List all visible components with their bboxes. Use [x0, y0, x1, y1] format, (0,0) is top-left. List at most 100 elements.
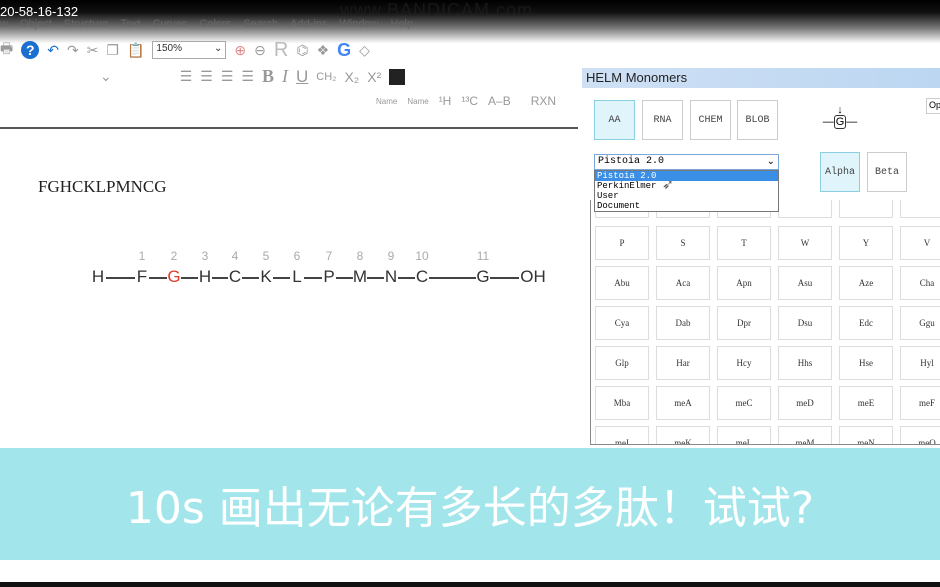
justify-icon[interactable]: ☰: [241, 68, 254, 85]
r-icon[interactable]: R: [274, 39, 288, 62]
monomer-cell[interactable]: Y: [839, 226, 893, 260]
monomer-cell[interactable]: Edc: [839, 306, 893, 340]
residue[interactable]: OH: [520, 267, 546, 287]
menu-item[interactable]: Help: [391, 18, 414, 30]
monomer-cell[interactable]: Abu: [595, 266, 649, 300]
monomer-cell[interactable]: meM: [778, 426, 832, 444]
color-swatch[interactable]: [389, 68, 406, 85]
name-structure-icon[interactable]: Name: [376, 97, 397, 106]
italic-button[interactable]: I: [282, 66, 288, 87]
library-select[interactable]: Pistoia 2.0 ⌄: [594, 154, 779, 170]
residue[interactable]: C: [229, 267, 241, 287]
monomer-cell[interactable]: Dab: [656, 306, 710, 340]
undo-icon[interactable]: ↶: [47, 42, 59, 59]
menu-item[interactable]: Window: [339, 18, 378, 30]
chevron-down-icon[interactable]: ⌄: [100, 68, 112, 85]
monomer-cell[interactable]: P: [595, 226, 649, 260]
residue[interactable]: G: [167, 267, 180, 287]
residue[interactable]: P: [323, 267, 334, 287]
zoom-select[interactable]: 150% ⌄: [152, 41, 227, 59]
warning-icon[interactable]: ◇: [359, 42, 370, 59]
structure-to-name-icon[interactable]: Name: [407, 97, 428, 106]
monomer-cell[interactable]: [900, 200, 940, 218]
monomer-cell[interactable]: S: [656, 226, 710, 260]
monomer-cell[interactable]: Hcy: [717, 346, 771, 380]
print-icon[interactable]: 🖶: [0, 38, 13, 62]
monomer-cell[interactable]: meE: [839, 386, 893, 420]
c-nmr-icon[interactable]: ¹³C: [461, 94, 478, 108]
residue[interactable]: L: [292, 267, 301, 287]
subscript-button[interactable]: X₂: [344, 69, 359, 85]
monomer-cell[interactable]: Hyl: [900, 346, 940, 380]
residue[interactable]: H: [92, 267, 104, 287]
underline-button[interactable]: U: [296, 67, 308, 87]
tab-chem[interactable]: CHEM: [690, 100, 731, 140]
tab-rna[interactable]: RNA: [642, 100, 683, 140]
google-icon[interactable]: G: [337, 40, 351, 61]
monomer-cell[interactable]: meK: [656, 426, 710, 444]
monomer-cell[interactable]: Har: [656, 346, 710, 380]
structure-icon[interactable]: ⌬: [296, 42, 308, 59]
residue[interactable]: N: [385, 267, 397, 287]
monomer-cell[interactable]: meN: [839, 426, 893, 444]
monomer-cell[interactable]: Apn: [717, 266, 771, 300]
monomer-cell[interactable]: Cha: [900, 266, 940, 300]
tab-aa[interactable]: AA: [594, 100, 635, 140]
sequence-text[interactable]: FGHCKLPMNCG: [38, 177, 166, 197]
copy-icon[interactable]: ❐: [106, 42, 119, 59]
redo-icon[interactable]: ↷: [67, 42, 79, 59]
monomer-cell[interactable]: meC: [717, 386, 771, 420]
residue[interactable]: M: [353, 267, 367, 287]
dropdown-option[interactable]: User: [595, 191, 778, 201]
menu-item[interactable]: Add-ins: [290, 18, 327, 30]
monomer-cell[interactable]: Dsu: [778, 306, 832, 340]
monomer-cell[interactable]: meF: [900, 386, 940, 420]
residue[interactable]: K: [260, 267, 271, 287]
align-right-icon[interactable]: ☰: [221, 68, 234, 85]
monomer-cell[interactable]: meA: [656, 386, 710, 420]
monomer-cell[interactable]: T: [717, 226, 771, 260]
monomer-cell[interactable]: Cya: [595, 306, 649, 340]
superscript-button[interactable]: X²: [367, 69, 381, 85]
grid-icon[interactable]: ❖: [317, 42, 330, 59]
monomer-cell[interactable]: Aze: [839, 266, 893, 300]
paste-icon[interactable]: 📋: [127, 42, 144, 59]
h-nmr-icon[interactable]: ¹H: [439, 94, 452, 108]
mode-alpha-button[interactable]: Alpha: [820, 152, 860, 192]
tab-blob[interactable]: BLOB: [737, 100, 778, 140]
monomer-cell[interactable]: Asu: [778, 266, 832, 300]
monomer-cell[interactable]: Hhs: [778, 346, 832, 380]
menu-item[interactable]: Structure: [64, 18, 109, 30]
residue[interactable]: C: [416, 267, 428, 287]
menu-item[interactable]: Text: [120, 18, 140, 30]
monomer-cell[interactable]: Aca: [656, 266, 710, 300]
dropdown-option[interactable]: Pistoia 2.0: [595, 171, 778, 181]
monomer-cell[interactable]: meD: [778, 386, 832, 420]
monomer-cell[interactable]: [778, 200, 832, 218]
residue[interactable]: F: [137, 267, 147, 287]
monomer-cell[interactable]: meQ: [900, 426, 940, 444]
menu-item[interactable]: Search: [243, 18, 278, 30]
help-icon[interactable]: ?: [21, 41, 40, 59]
dropdown-option[interactable]: Document: [595, 201, 778, 211]
monomer-cell[interactable]: meL: [717, 426, 771, 444]
bold-button[interactable]: B: [262, 66, 274, 87]
monomer-cell[interactable]: Hse: [839, 346, 893, 380]
monomer-cell[interactable]: Glp: [595, 346, 649, 380]
mode-beta-button[interactable]: Beta: [867, 152, 907, 192]
monomer-cell[interactable]: W: [778, 226, 832, 260]
monomer-cell[interactable]: meI: [595, 426, 649, 444]
ch2-button[interactable]: CH₂: [316, 71, 336, 83]
monomer-cell[interactable]: [839, 200, 893, 218]
menu-item[interactable]: Curves: [153, 18, 188, 30]
zoom-in-icon[interactable]: ⊕: [234, 42, 246, 59]
options-button[interactable]: Op: [926, 98, 940, 114]
menu-item[interactable]: Colors: [199, 18, 231, 30]
menu-item[interactable]: Object: [20, 18, 52, 30]
menu-item[interactable]: w: [0, 18, 8, 30]
monomer-cell[interactable]: V: [900, 226, 940, 260]
align-left-icon[interactable]: ☰: [180, 68, 193, 85]
monomer-cell[interactable]: Ggu: [900, 306, 940, 340]
monomer-cell[interactable]: Mba: [595, 386, 649, 420]
table-icon[interactable]: A–B: [488, 94, 511, 108]
